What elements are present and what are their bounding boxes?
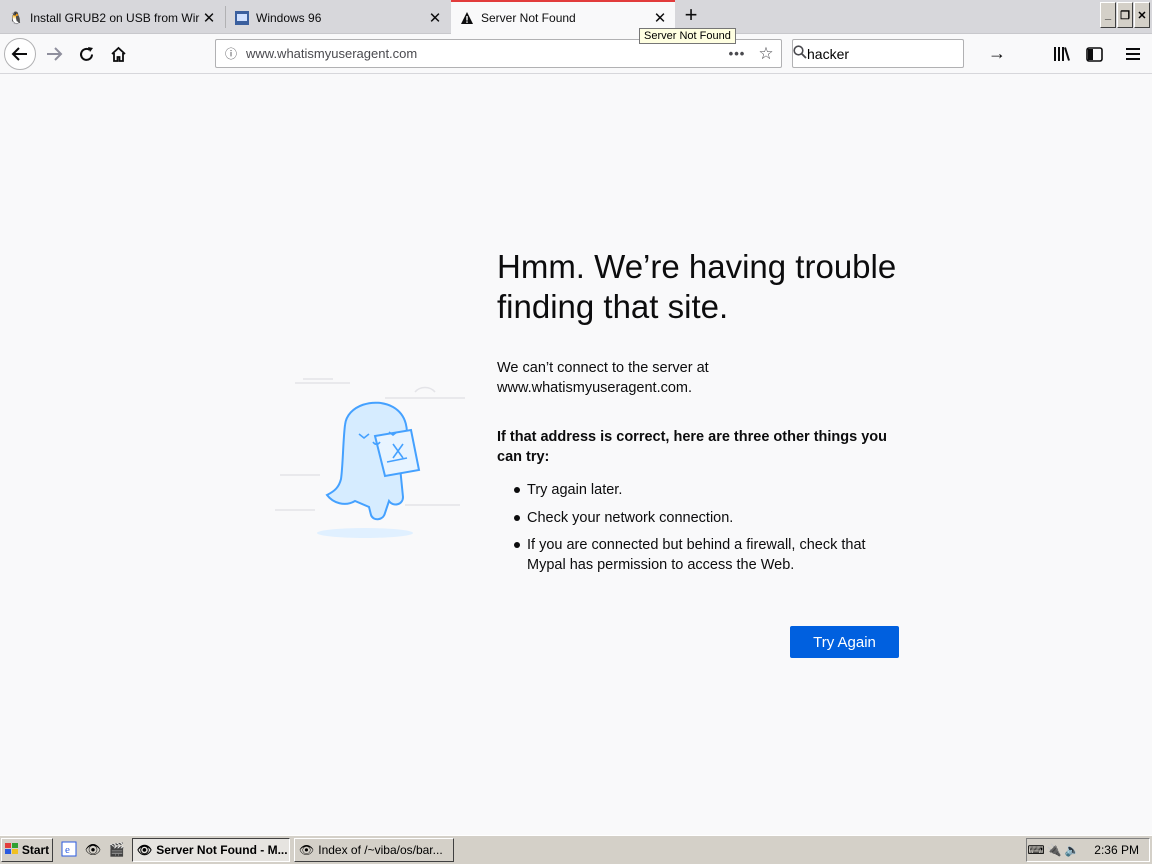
search-bar[interactable]: → xyxy=(792,39,1006,68)
start-label: Start xyxy=(21,843,50,857)
close-window-icon[interactable]: ✕ xyxy=(1134,2,1150,28)
error-hint: If that address is correct, here are thr… xyxy=(497,429,887,465)
sidebar-icon[interactable] xyxy=(1080,40,1108,68)
suggestion-list: Try again later. Check your network conn… xyxy=(497,480,907,583)
browser-eye-icon[interactable]: 👁 xyxy=(84,841,102,859)
close-tab-icon[interactable]: ✕ xyxy=(200,9,218,27)
error-page: Hmm. We’re having trouble finding that s… xyxy=(0,75,1152,835)
hamburger-menu-icon[interactable] xyxy=(1119,40,1147,68)
forward-arrow-icon xyxy=(47,47,63,61)
list-item: If you are connected but behind a firewa… xyxy=(497,535,907,575)
list-item: Check your network connection. xyxy=(497,508,907,528)
list-item: Try again later. xyxy=(497,480,907,500)
forward-button[interactable] xyxy=(38,38,70,70)
close-tab-icon[interactable]: ✕ xyxy=(651,9,669,27)
taskbar-button-server-not-found[interactable]: 👁 Server Not Found - M... xyxy=(132,838,290,862)
tab-strip: 🐧 Install GRUB2 on USB from Wir ✕ Window… xyxy=(0,0,1152,34)
back-arrow-icon xyxy=(11,47,27,61)
system-tray: ⌨ 🔌 🔈 2:36 PM xyxy=(1026,838,1150,862)
keyboard-icon[interactable]: ⌨ xyxy=(1027,843,1045,857)
windows-logo-icon xyxy=(4,842,19,858)
browser-eye-icon: 👁 xyxy=(299,843,315,857)
clock[interactable]: 2:36 PM xyxy=(1094,843,1139,857)
try-again-button[interactable]: Try Again xyxy=(790,626,899,658)
search-icon xyxy=(793,45,807,62)
tab-windows96[interactable]: Windows 96 ✕ xyxy=(226,1,450,34)
browser-eye-icon: 👁 xyxy=(137,843,153,857)
internet-explorer-icon[interactable]: e xyxy=(60,841,78,859)
error-title: Hmm. We’re having trouble finding that s… xyxy=(497,248,897,325)
new-tab-button[interactable]: + xyxy=(680,4,702,28)
media-clapper-icon[interactable]: 🎬 xyxy=(108,841,126,859)
bookmark-star-icon[interactable]: ☆ xyxy=(751,44,781,64)
tab-grub[interactable]: 🐧 Install GRUB2 on USB from Wir ✕ xyxy=(0,1,224,34)
home-icon xyxy=(110,46,126,62)
tab-title: Server Not Found xyxy=(481,11,576,25)
dinosaur-illustration xyxy=(275,378,465,538)
page-actions-icon[interactable]: ••• xyxy=(723,46,751,61)
taskbar: Start e 👁 🎬 👁 Server Not Found - M... 👁 … xyxy=(0,835,1152,864)
home-button[interactable] xyxy=(102,38,134,70)
penguin-icon: 🐧 xyxy=(8,10,24,25)
close-tab-icon[interactable]: ✕ xyxy=(426,9,444,27)
windows96-icon xyxy=(234,10,250,26)
network-icon[interactable]: 🔌 xyxy=(1045,843,1063,857)
tab-tooltip: Server Not Found xyxy=(639,28,736,44)
search-input[interactable] xyxy=(807,45,988,62)
navigation-toolbar: ⓘ www.whatismyuseragent.com ••• ☆ → xyxy=(0,34,1152,74)
svg-text:e: e xyxy=(65,844,70,856)
restore-icon[interactable]: ❐ xyxy=(1117,2,1133,28)
error-description: We can’t connect to the server at www.wh… xyxy=(497,360,709,396)
back-button[interactable] xyxy=(4,38,36,70)
start-button[interactable]: Start xyxy=(1,838,53,862)
volume-icon[interactable]: 🔈 xyxy=(1063,843,1081,857)
taskbar-button-label: Server Not Found - M... xyxy=(156,843,288,857)
warning-icon xyxy=(459,10,475,26)
window-controls: _ ❐ ✕ xyxy=(1100,2,1150,28)
taskbar-button-label: Index of /~viba/os/bar... xyxy=(318,843,443,857)
url-text[interactable]: www.whatismyuseragent.com xyxy=(246,46,723,61)
tab-title: Windows 96 xyxy=(256,10,322,25)
info-icon[interactable]: ⓘ xyxy=(216,45,246,62)
search-go-icon[interactable]: → xyxy=(988,43,1006,64)
reload-button[interactable] xyxy=(70,38,102,70)
library-icon[interactable] xyxy=(1048,40,1076,68)
reload-icon xyxy=(79,46,93,61)
minimize-icon[interactable]: _ xyxy=(1100,2,1116,28)
tab-title: Install GRUB2 on USB from Wir xyxy=(30,10,200,25)
taskbar-button-index[interactable]: 👁 Index of /~viba/os/bar... xyxy=(294,838,454,862)
